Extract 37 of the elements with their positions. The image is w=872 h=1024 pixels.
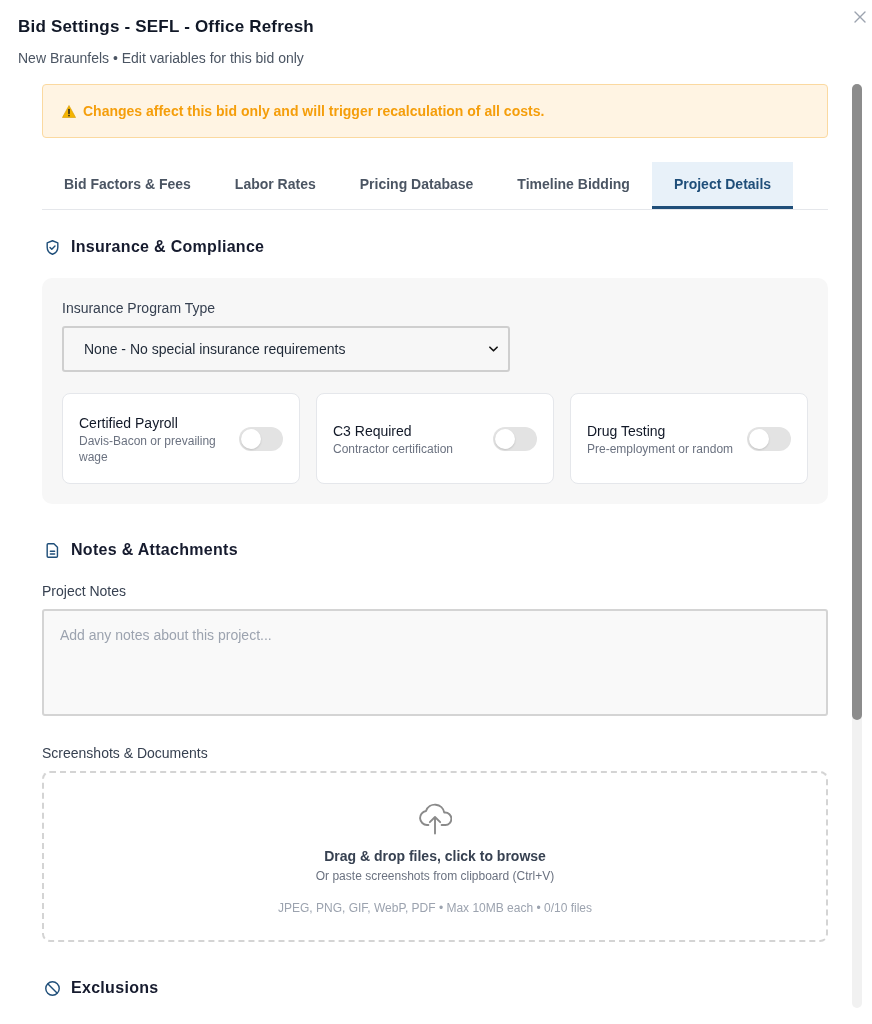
section-heading: Exclusions <box>71 978 159 998</box>
tab[interactable]: Bid Factors & Fees <box>42 162 213 209</box>
ban-icon <box>44 979 61 997</box>
dropzone-prompt: Drag & drop files, click to browse <box>324 847 546 866</box>
scrollbar-thumb[interactable] <box>852 84 862 720</box>
toggle-description: Davis-Bacon or prevailing wage <box>79 432 217 465</box>
file-limits-text: JPEG, PNG, GIF, WebP, PDF • Max 10MB each • 0/10 files <box>277 900 593 916</box>
document-icon <box>44 541 61 559</box>
field-label: Insurance Program Type <box>62 299 217 318</box>
toggle-switch[interactable] <box>239 426 283 451</box>
dropzone-hint: Or paste screenshots from clipboard (Ctrl+V) <box>315 868 555 884</box>
notes-field[interactable]: Add any notes about this project... <box>42 609 828 716</box>
chevron-down-icon <box>489 346 498 352</box>
field-label: Screenshots & Documents <box>42 744 209 763</box>
toggle-description: Pre-employment or random <box>587 440 735 457</box>
toggle-title: Drug Testing <box>587 421 667 441</box>
toggle-description: Contractor certification <box>333 440 455 457</box>
file-dropzone[interactable]: Drag & drop files, click to browse Or paste screenshots from clipboard (Ctrl+V) JPEG, PNG, GIF, WebP, PDF • Max 10MB each • 0/10 files <box>42 771 828 942</box>
insurance-type-select[interactable]: None - No special insurance requirements <box>62 326 510 372</box>
field-label: Project Notes <box>42 582 128 601</box>
toggle-switch[interactable] <box>747 426 791 451</box>
section-heading: Notes & Attachments <box>71 540 238 560</box>
toggle-switch[interactable] <box>493 426 537 451</box>
warning-icon <box>62 104 76 118</box>
tab[interactable]: Pricing Database <box>337 162 496 209</box>
close-icon <box>854 11 866 23</box>
section-heading: Insurance & Compliance <box>71 237 265 257</box>
dialog-title: Bid Settings - SEFL - Office Refresh <box>18 16 314 38</box>
toggle-title: C3 Required <box>333 421 413 441</box>
tab[interactable]: Timeline Bidding <box>495 162 652 209</box>
warning-text: Changes affect this bid only and will trigger recalculation of all costs. <box>83 102 545 121</box>
toggle-title: Certified Payroll <box>79 413 179 433</box>
dialog-subtitle: New Braunfels • Edit variables for this bid only <box>18 49 305 68</box>
tab[interactable]: Labor Rates <box>212 162 338 209</box>
tab[interactable]: Project Details <box>651 162 794 209</box>
close-button[interactable] <box>852 9 868 25</box>
shield-check-icon <box>44 238 61 256</box>
